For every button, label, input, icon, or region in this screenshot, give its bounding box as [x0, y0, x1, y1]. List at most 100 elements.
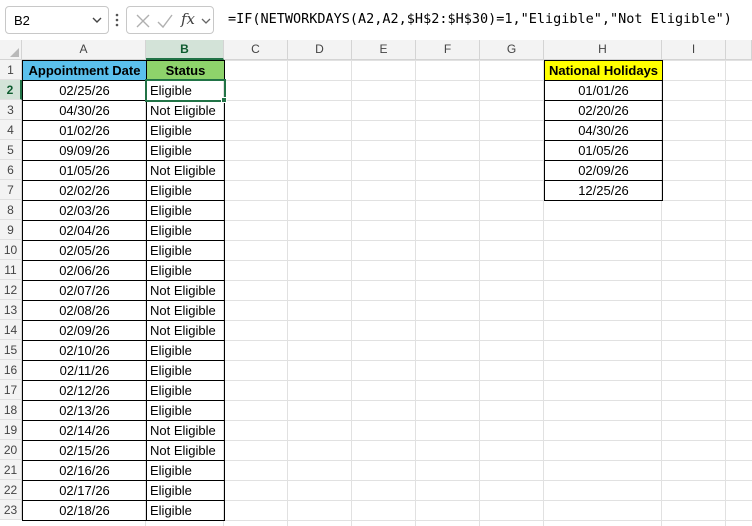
row-header-19[interactable]: 19: [0, 420, 22, 440]
status-cell[interactable]: Eligible: [146, 200, 225, 221]
name-box-value: B2: [14, 13, 30, 28]
column-header-a[interactable]: A: [22, 40, 146, 60]
appointment-date-cell[interactable]: 02/12/26: [22, 380, 147, 401]
row-header-22[interactable]: 22: [0, 480, 22, 500]
cancel-icon[interactable]: [135, 13, 151, 29]
status-cell[interactable]: Eligible: [146, 180, 225, 201]
status-cell[interactable]: Not Eligible: [146, 100, 225, 121]
appointment-date-cell[interactable]: 02/11/26: [22, 360, 147, 381]
status-cell[interactable]: Eligible: [146, 480, 225, 501]
formula-input[interactable]: =IF(NETWORKDAYS(A2,A2,$H$2:$H$30)=1,"Eli…: [228, 11, 732, 27]
row-header-2[interactable]: 2: [0, 80, 22, 100]
spreadsheet-grid[interactable]: A B C D E F G H I 1 2 3 4 5 6 7 8 9 10 11 12 13 14 15 16 17 18 19 20…: [0, 40, 752, 526]
appointment-date-header[interactable]: Appointment Date: [22, 60, 147, 81]
status-cell[interactable]: Not Eligible: [146, 320, 225, 341]
appointment-date-cell[interactable]: 02/02/26: [22, 180, 147, 201]
national-holidays-header[interactable]: National Holidays: [544, 60, 663, 81]
row-header-18[interactable]: 18: [0, 400, 22, 420]
appointment-date-cell[interactable]: 02/17/26: [22, 480, 147, 501]
enter-check-icon[interactable]: [157, 13, 173, 29]
formula-controls: fx: [126, 6, 214, 34]
row-header-16[interactable]: 16: [0, 360, 22, 380]
status-cell[interactable]: Eligible: [146, 80, 225, 101]
appointment-date-cell[interactable]: 02/13/26: [22, 400, 147, 421]
status-cell[interactable]: Eligible: [146, 400, 225, 421]
holiday-date-cell[interactable]: 12/25/26: [544, 180, 663, 201]
row-header-11[interactable]: 11: [0, 260, 22, 280]
row-header-8[interactable]: 8: [0, 200, 22, 220]
holiday-date-cell[interactable]: 02/20/26: [544, 100, 663, 121]
appointment-date-cell[interactable]: 02/25/26: [22, 80, 147, 101]
appointment-date-cell[interactable]: 02/08/26: [22, 300, 147, 321]
appointment-date-cell[interactable]: 02/16/26: [22, 460, 147, 481]
status-cell[interactable]: Eligible: [146, 220, 225, 241]
column-header-i[interactable]: I: [662, 40, 726, 60]
appointment-date-cell[interactable]: 09/09/26: [22, 140, 147, 161]
holiday-date-cell[interactable]: 01/01/26: [544, 80, 663, 101]
column-header-b[interactable]: B: [146, 40, 224, 60]
appointment-date-cell[interactable]: 01/02/26: [22, 120, 147, 141]
status-cell[interactable]: Eligible: [146, 120, 225, 141]
row-header-10[interactable]: 10: [0, 240, 22, 260]
status-header[interactable]: Status: [146, 60, 225, 81]
appointment-date-cell[interactable]: 02/07/26: [22, 280, 147, 301]
column-header-c[interactable]: C: [224, 40, 288, 60]
row-header-17[interactable]: 17: [0, 380, 22, 400]
insert-function-button[interactable]: fx: [181, 10, 195, 28]
row-header-3[interactable]: 3: [0, 100, 22, 120]
column-header-g[interactable]: G: [480, 40, 544, 60]
status-cell[interactable]: Eligible: [146, 240, 225, 261]
more-options-icon[interactable]: [113, 10, 121, 30]
holiday-date-cell[interactable]: 01/05/26: [544, 140, 663, 161]
status-cell[interactable]: Not Eligible: [146, 280, 225, 301]
row-header-12[interactable]: 12: [0, 280, 22, 300]
appointment-date-cell[interactable]: 02/14/26: [22, 420, 147, 441]
row-header-4[interactable]: 4: [0, 120, 22, 140]
chevron-down-icon[interactable]: [92, 15, 102, 25]
column-header-d[interactable]: D: [288, 40, 352, 60]
row-header-9[interactable]: 9: [0, 220, 22, 240]
row-header-20[interactable]: 20: [0, 440, 22, 460]
status-cell[interactable]: Eligible: [146, 360, 225, 381]
status-cell[interactable]: Eligible: [146, 500, 225, 521]
column-header-filler: [726, 40, 752, 60]
appointment-date-cell[interactable]: 02/10/26: [22, 340, 147, 361]
appointment-date-cell[interactable]: 01/05/26: [22, 160, 147, 181]
status-cell[interactable]: Not Eligible: [146, 300, 225, 321]
status-cell[interactable]: Eligible: [146, 460, 225, 481]
status-cell[interactable]: Eligible: [146, 380, 225, 401]
row-header-23[interactable]: 23: [0, 500, 22, 520]
status-cell[interactable]: Eligible: [146, 140, 225, 161]
appointment-date-cell[interactable]: 02/15/26: [22, 440, 147, 461]
chevron-down-icon[interactable]: [201, 16, 211, 26]
status-cell[interactable]: Eligible: [146, 340, 225, 361]
fill-handle[interactable]: [221, 97, 227, 103]
row-header-6[interactable]: 6: [0, 160, 22, 180]
formula-bar-area: B2 fx =IF(NETWORKDAYS(A2,A2,$H$2:$H$30)=…: [0, 0, 752, 40]
column-header-f[interactable]: F: [416, 40, 480, 60]
column-header-h[interactable]: H: [544, 40, 662, 60]
column-header-e[interactable]: E: [352, 40, 416, 60]
appointment-date-cell[interactable]: 04/30/26: [22, 100, 147, 121]
status-cell[interactable]: Not Eligible: [146, 440, 225, 461]
appointment-date-cell[interactable]: 02/05/26: [22, 240, 147, 261]
row-header-5[interactable]: 5: [0, 140, 22, 160]
select-all-corner[interactable]: [0, 40, 22, 60]
status-cell[interactable]: Eligible: [146, 260, 225, 281]
appointment-date-cell[interactable]: 02/09/26: [22, 320, 147, 341]
appointment-date-cell[interactable]: 02/06/26: [22, 260, 147, 281]
row-header-15[interactable]: 15: [0, 340, 22, 360]
status-cell[interactable]: Not Eligible: [146, 420, 225, 441]
row-header-14[interactable]: 14: [0, 320, 22, 340]
row-header-21[interactable]: 21: [0, 460, 22, 480]
holiday-date-cell[interactable]: 04/30/26: [544, 120, 663, 141]
row-header-1[interactable]: 1: [0, 60, 22, 80]
row-header-7[interactable]: 7: [0, 180, 22, 200]
holiday-date-cell[interactable]: 02/09/26: [544, 160, 663, 181]
appointment-date-cell[interactable]: 02/03/26: [22, 200, 147, 221]
row-header-13[interactable]: 13: [0, 300, 22, 320]
appointment-date-cell[interactable]: 02/04/26: [22, 220, 147, 241]
name-box[interactable]: B2: [5, 6, 109, 34]
appointment-date-cell[interactable]: 02/18/26: [22, 500, 147, 521]
status-cell[interactable]: Not Eligible: [146, 160, 225, 181]
